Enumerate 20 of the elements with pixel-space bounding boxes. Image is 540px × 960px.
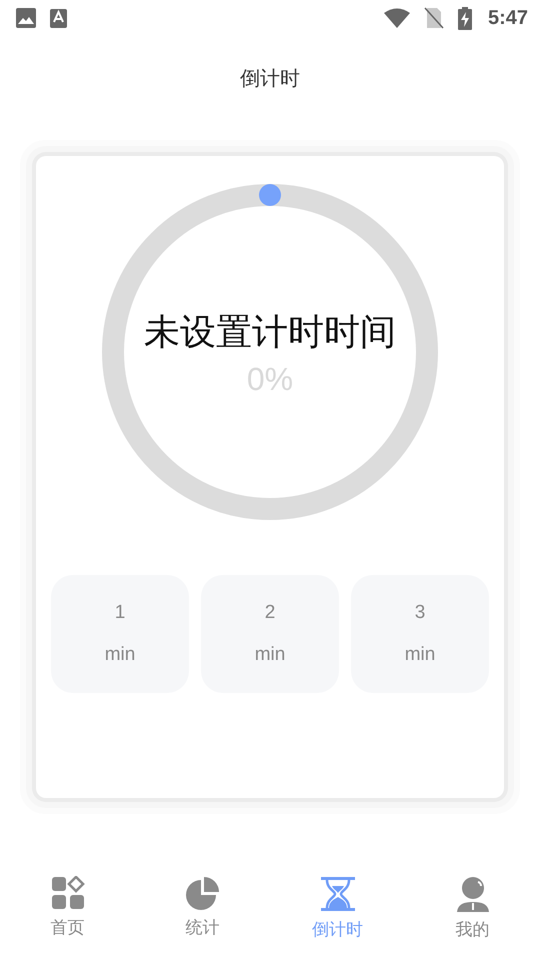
no-sim-icon [424,7,444,29]
timer-status: 未设置计时时间 [144,311,396,355]
pie-chart-icon [186,876,220,910]
preset-button[interactable]: 1 min [51,575,189,693]
status-time: 5:47 [488,6,528,30]
nav-tab[interactable]: 倒计时 [270,864,405,950]
hourglass-icon [320,876,356,912]
person-icon [456,876,490,912]
wifi-icon [384,8,410,28]
nav-tab[interactable]: 统计 [135,864,270,950]
progress-thumb[interactable] [259,184,281,206]
grid-icon [50,876,84,910]
image-icon [16,8,36,28]
battery-charging-icon [458,6,472,30]
page-title: 倒计时 [240,65,300,92]
preset-button[interactable]: 2 min [201,575,339,693]
font-icon [50,8,67,28]
preset-button[interactable]: 3 min [351,575,489,693]
nav-tab[interactable]: 我的 [405,864,540,950]
nav-tab[interactable]: 首页 [0,864,135,950]
